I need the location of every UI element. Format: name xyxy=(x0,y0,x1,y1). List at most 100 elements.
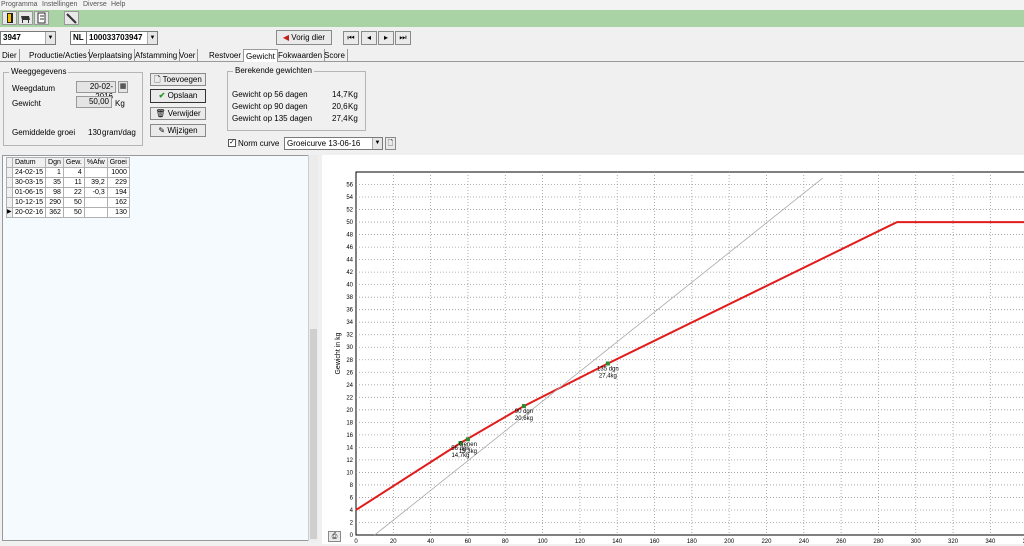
gewicht-unit: Kg xyxy=(115,99,125,108)
cell-datum[interactable]: 30-03-15 xyxy=(11,177,47,188)
tab-dier[interactable]: Dier xyxy=(0,49,20,62)
table-row[interactable]: 01-06-15 98 22 -0,3 194 xyxy=(6,187,130,198)
y-tick-label: 44 xyxy=(346,258,353,264)
cell-dgn[interactable]: 362 xyxy=(45,207,64,218)
menu-programma[interactable]: Programma xyxy=(1,0,38,10)
col-dgn[interactable]: Dgn xyxy=(45,157,64,168)
groei-label: Gemiddelde groei xyxy=(12,128,76,137)
list-icon[interactable] xyxy=(34,11,49,25)
y-tick-label: 6 xyxy=(350,495,354,501)
cell-gew[interactable]: 50 xyxy=(62,197,85,208)
col-datum[interactable]: Datum xyxy=(11,157,47,168)
cell-dgn[interactable]: 290 xyxy=(45,197,64,208)
menu-instellingen[interactable]: Instellingen xyxy=(42,0,77,10)
y-tick-label: 32 xyxy=(346,333,353,339)
tab-productie[interactable]: Productie/Acties xyxy=(27,49,90,62)
gewicht-field[interactable]: 50,00 xyxy=(76,96,112,108)
cell-dgn[interactable]: 35 xyxy=(45,177,64,188)
y-tick-label: 14 xyxy=(346,445,353,451)
first-icon: ⏮ xyxy=(347,33,355,42)
col-groei[interactable]: Groei xyxy=(106,157,130,168)
cell-gew[interactable]: 4 xyxy=(62,167,85,178)
y-tick-label: 28 xyxy=(346,358,353,364)
tab-score[interactable]: Score xyxy=(322,49,348,62)
y-tick-label: 24 xyxy=(346,383,353,389)
scrollbar-thumb[interactable] xyxy=(310,329,317,539)
menu-help[interactable]: Help xyxy=(111,0,125,10)
norm-curve-checkbox[interactable]: ✓ xyxy=(228,139,236,147)
previous-animal-button[interactable]: ◀ Vorig dier xyxy=(276,30,332,45)
cell-gew[interactable]: 11 xyxy=(62,177,85,188)
col-afw[interactable]: %Afw xyxy=(83,157,108,168)
cell-dgn[interactable]: 1 xyxy=(45,167,64,178)
cell-afw[interactable]: 39,2 xyxy=(83,177,108,188)
groeicurve-value: Groeicurve 13-06-16 xyxy=(287,139,361,148)
tab-restvoer[interactable]: Restvoer xyxy=(207,49,245,62)
tab-fokwaarden[interactable]: Fokwaarden xyxy=(276,49,326,62)
verwijder-label: Verwijder xyxy=(167,109,201,118)
wijzigen-button[interactable]: ✎ Wijzigen xyxy=(150,124,206,137)
x-tick-label: 80 xyxy=(502,539,509,544)
animal-id-select[interactable]: 100033703947 ▼ xyxy=(86,31,158,45)
cow-icon[interactable] xyxy=(18,11,33,25)
tab-voer[interactable]: Voer xyxy=(177,49,199,62)
cell-groei[interactable]: 130 xyxy=(106,207,130,218)
calendar-icon[interactable]: ▦ xyxy=(118,81,128,93)
verwijder-button[interactable]: 🗑 Verwijder xyxy=(150,107,206,120)
door-icon[interactable] xyxy=(2,11,17,25)
tab-bar: Dier Productie/Acties Verplaatsing Afsta… xyxy=(0,49,1024,62)
print-icon[interactable]: ⎙ xyxy=(328,531,341,542)
cell-groei[interactable]: 1000 xyxy=(106,167,130,178)
col-gew[interactable]: Gew. xyxy=(62,157,85,168)
y-tick-label: 22 xyxy=(346,395,353,401)
animal-number-select[interactable]: 3947 ▼ xyxy=(0,31,56,45)
cell-afw[interactable]: -0,3 xyxy=(83,187,108,198)
cell-groei[interactable]: 229 xyxy=(106,177,130,188)
berekend-row-value: 14,7 xyxy=(332,90,348,99)
y-tick-label: 8 xyxy=(350,483,354,489)
weeggegevens-group: Weeggegevens Weegdatum 20-02-2016 ▦ Gewi… xyxy=(3,67,143,146)
y-tick-label: 30 xyxy=(346,345,353,351)
new-doc-icon: 🗋 xyxy=(154,75,161,84)
cell-groei[interactable]: 194 xyxy=(106,187,130,198)
cell-groei[interactable]: 162 xyxy=(106,197,130,208)
tab-afstamming[interactable]: Afstamming xyxy=(133,49,181,62)
brush-icon[interactable] xyxy=(64,11,79,25)
plot-frame xyxy=(355,171,1024,536)
table-row[interactable]: 30-03-15 35 11 39,2 229 xyxy=(6,177,130,188)
cell-datum[interactable]: 01-06-15 xyxy=(11,187,47,198)
menu-diverse[interactable]: Diverse xyxy=(83,0,107,10)
cell-datum[interactable]: 24-02-15 xyxy=(11,167,47,178)
cell-datum[interactable]: 20-02-16 xyxy=(11,207,47,218)
cell-gew[interactable]: 22 xyxy=(62,187,85,198)
weegdatum-field[interactable]: 20-02-2016 xyxy=(76,81,116,101)
last-record-button[interactable]: ⏭ xyxy=(395,31,411,45)
berekend-row-unit: Kg xyxy=(348,102,358,111)
animal-number-value: 3947 xyxy=(3,33,21,42)
tab-gewicht[interactable]: Gewicht xyxy=(243,49,278,62)
cell-afw[interactable] xyxy=(83,197,108,208)
table-row[interactable]: ▶ 20-02-16 362 50 130 xyxy=(6,207,130,218)
table-row[interactable]: 24-02-15 1 4 1000 xyxy=(6,167,130,178)
data-point xyxy=(605,361,610,366)
groeicurve-select[interactable]: Groeicurve 13-06-16 ▼ xyxy=(284,137,383,150)
tab-verplaatsing[interactable]: Verplaatsing xyxy=(86,49,136,62)
cell-datum[interactable]: 10-12-15 xyxy=(11,197,47,208)
y-axis-label: Gewicht in kg xyxy=(335,332,342,374)
cell-afw[interactable] xyxy=(83,167,108,178)
open-curve-icon[interactable]: 🗋 xyxy=(385,137,396,150)
cell-afw[interactable] xyxy=(83,207,108,218)
opslaan-button[interactable]: ✔ Opslaan xyxy=(150,89,206,103)
previous-record-button[interactable]: ◂ xyxy=(361,31,377,45)
chevron-down-icon: ▼ xyxy=(147,32,157,44)
panel-scrollbar[interactable] xyxy=(308,155,318,541)
cell-dgn[interactable]: 98 xyxy=(45,187,64,198)
y-tick-label: 4 xyxy=(350,508,354,514)
table-row[interactable]: 10-12-15 290 50 162 xyxy=(6,197,130,208)
cell-gew[interactable]: 50 xyxy=(62,207,85,218)
next-record-button[interactable]: ▸ xyxy=(378,31,394,45)
first-record-button[interactable]: ⏮ xyxy=(343,31,359,45)
x-tick-label: 200 xyxy=(724,539,735,544)
y-tick-label: 38 xyxy=(346,295,353,301)
toevoegen-button[interactable]: 🗋 Toevoegen xyxy=(150,73,206,86)
